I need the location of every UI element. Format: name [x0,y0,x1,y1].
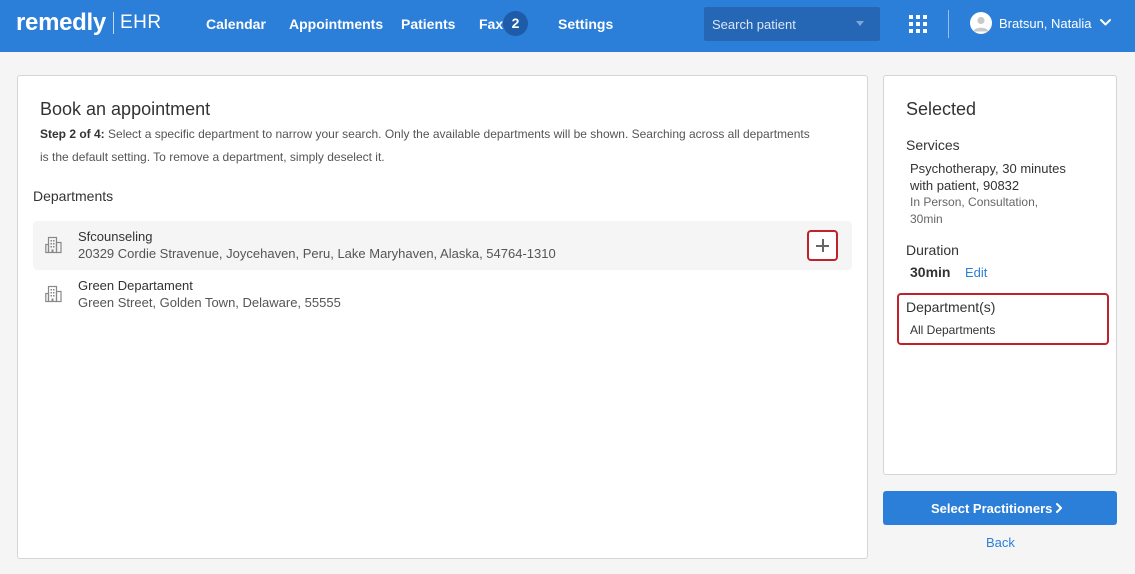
logo-divider [112,12,114,34]
user-avatar-icon[interactable] [970,12,992,34]
search-input[interactable] [704,7,880,41]
page-title: Book an appointment [40,99,211,119]
nav-appointments[interactable]: Appointments [289,16,383,32]
nav-calendar[interactable]: Calendar [206,16,266,32]
nav-divider [948,10,949,38]
grid-icon[interactable] [909,15,927,33]
departments-value: All Departments [910,323,996,337]
logo-product: EHR [119,12,162,33]
departments-heading: Departments [33,188,114,204]
department-name: Green Departament [78,278,193,293]
nav-settings[interactable]: Settings [558,16,613,32]
selected-departments-box: Department(s) All Departments [897,293,1109,345]
step-description: Select a specific department to narrow y… [40,127,810,164]
step-instructions: Step 2 of 4: Select a specific departmen… [40,123,820,169]
selected-title: Selected [906,99,977,119]
chevron-down-icon[interactable] [856,21,864,26]
building-icon [45,236,62,254]
top-navbar: remedly EHR Calendar Appointments Patien… [0,0,1135,52]
select-practitioners-button[interactable]: Select Practitioners [883,491,1117,525]
fax-count-badge[interactable]: 2 [503,11,528,36]
services-label: Services [906,137,960,153]
selected-summary-card: Selected Services Psychotherapy, 30 minu… [883,75,1117,475]
back-link[interactable]: Back [986,535,1015,550]
service-name: Psychotherapy, 30 minutes with patient, … [910,161,1066,193]
logo-name: remedly [16,9,106,36]
app-logo[interactable]: remedly EHR [16,9,162,37]
duration-value: 30min [910,264,951,280]
department-address: 20329 Cordie Stravenue, Joycehaven, Peru… [78,246,556,261]
chevron-right-icon [1056,503,1062,513]
add-department-button[interactable] [807,230,838,261]
edit-duration-link[interactable]: Edit [965,265,987,280]
chevron-down-icon[interactable] [1099,16,1112,29]
departments-label: Department(s) [906,299,996,315]
duration-label: Duration [906,242,959,258]
service-detail: In Person, Consultation, 30min [910,195,1039,226]
department-name: Sfcounseling [78,229,153,244]
building-icon [45,285,62,303]
department-row[interactable]: Green Departament Green Street, Golden T… [33,270,852,319]
booking-card: Book an appointment Step 2 of 4: Select … [17,75,868,559]
department-row[interactable]: Sfcounseling 20329 Cordie Stravenue, Joy… [33,221,852,270]
step-label: Step 2 of 4: [40,127,105,141]
nav-patients[interactable]: Patients [401,16,455,32]
patient-search[interactable] [704,7,880,41]
user-menu-name[interactable]: Bratsun, Natalia [999,16,1092,31]
nav-fax[interactable]: Fax [479,16,503,32]
department-address: Green Street, Golden Town, Delaware, 555… [78,295,341,310]
select-practitioners-label: Select Practitioners [931,501,1053,516]
